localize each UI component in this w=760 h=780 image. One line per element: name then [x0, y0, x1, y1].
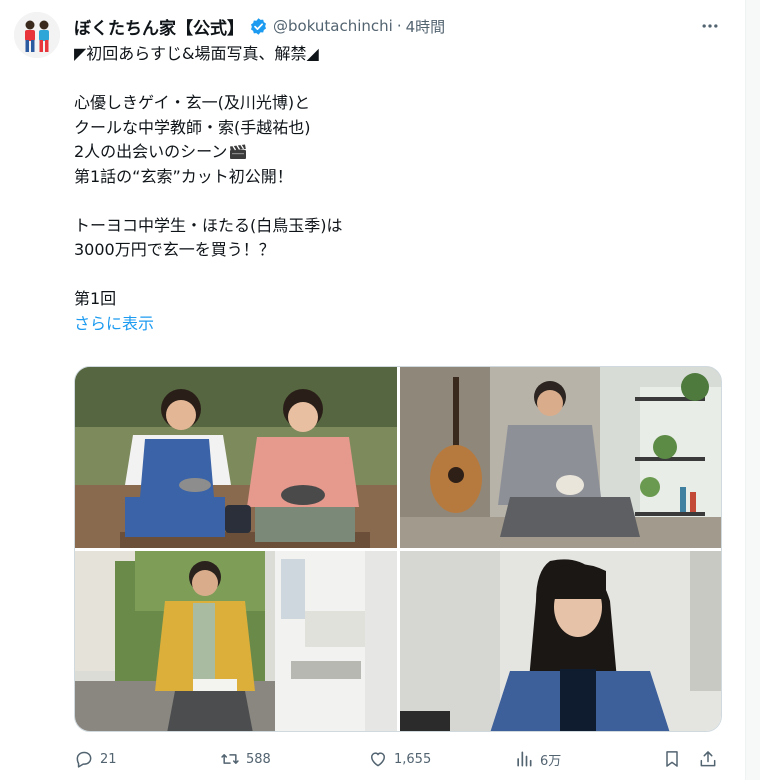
- timestamp[interactable]: 4時間: [406, 16, 446, 37]
- views-button[interactable]: 6万: [514, 744, 561, 774]
- photo-man-with-guitar: [400, 367, 721, 548]
- tweet-line: ◤初回あらすじ&場面写真、解禁◢: [74, 44, 319, 63]
- avatar[interactable]: [14, 12, 60, 58]
- view-count: 6万: [540, 753, 562, 769]
- handle[interactable]: @bokutachinchi: [273, 17, 393, 35]
- media-photo-2[interactable]: [400, 367, 721, 548]
- retweet-icon: [221, 754, 239, 764]
- media-grid: [74, 366, 722, 732]
- timeline-border: [745, 0, 760, 780]
- retweet-button[interactable]: 588: [220, 744, 271, 774]
- media-photo-1[interactable]: [75, 367, 397, 548]
- show-more-link[interactable]: さらに表示: [74, 312, 154, 337]
- show-more-line: さらに表示: [74, 312, 714, 337]
- views-chart-icon: [517, 751, 532, 767]
- photo-girl-blue-jacket: [400, 551, 721, 731]
- share-button[interactable]: [698, 744, 724, 774]
- like-count: 1,655: [394, 751, 432, 767]
- separator-dot: ·: [396, 17, 402, 35]
- tweet-line: クールな中学教師・索(手越祐也): [74, 117, 311, 137]
- retweet-count: 588: [246, 751, 271, 767]
- tweet-line: 第1回: [74, 289, 117, 308]
- more-options-icon: [702, 24, 718, 28]
- media-photo-3[interactable]: [75, 551, 397, 731]
- tweet-line: 3000万円で玄一を買う！？: [74, 240, 275, 259]
- display-name[interactable]: ぼくたちん家【公式】: [74, 14, 244, 39]
- media-photo-4[interactable]: [400, 551, 721, 731]
- like-button[interactable]: 1,655: [368, 744, 431, 774]
- verified-badge-icon: [250, 17, 267, 35]
- share-icon: [700, 751, 716, 767]
- bookmark-icon: [666, 751, 678, 767]
- photo-man-vending-machine: [75, 551, 397, 731]
- tweet-card[interactable]: ぼくたちん家【公式】 @bokutachinchi · 4時間 ◤初回あらすじ&…: [0, 0, 745, 780]
- tweet-line: 心優しきゲイ・玄一(及川光博)と: [74, 93, 311, 112]
- reply-count: 21: [100, 751, 117, 767]
- tweet-line: トーヨコ中学生・ほたる(白鳥玉季)は: [74, 215, 343, 235]
- tweet-text: ◤初回あらすじ&場面写真、解禁◢ 心優しきゲイ・玄一(及川光博)と クールな中学…: [74, 42, 714, 336]
- tweet-line-text: 2人の出会いのシーン: [74, 142, 228, 161]
- action-bar: 21 588 1,655 6万: [74, 744, 722, 774]
- tweet-line: 第1話の“玄索”カット初公開！: [74, 166, 293, 186]
- tweet-line: 2人の出会いのシーン: [74, 140, 714, 165]
- tweet-header: ぼくたちん家【公式】 @bokutachinchi · 4時間: [74, 14, 446, 39]
- heart-icon: [371, 752, 385, 767]
- reply-button[interactable]: 21: [74, 744, 117, 774]
- bookmark-button[interactable]: [662, 744, 688, 774]
- more-options-button[interactable]: [698, 14, 722, 38]
- reply-icon: [76, 751, 92, 768]
- two-people-avatar-icon: [14, 12, 60, 58]
- clapper-board-emoji-icon: [230, 144, 247, 160]
- photo-two-men-bench: [75, 367, 397, 548]
